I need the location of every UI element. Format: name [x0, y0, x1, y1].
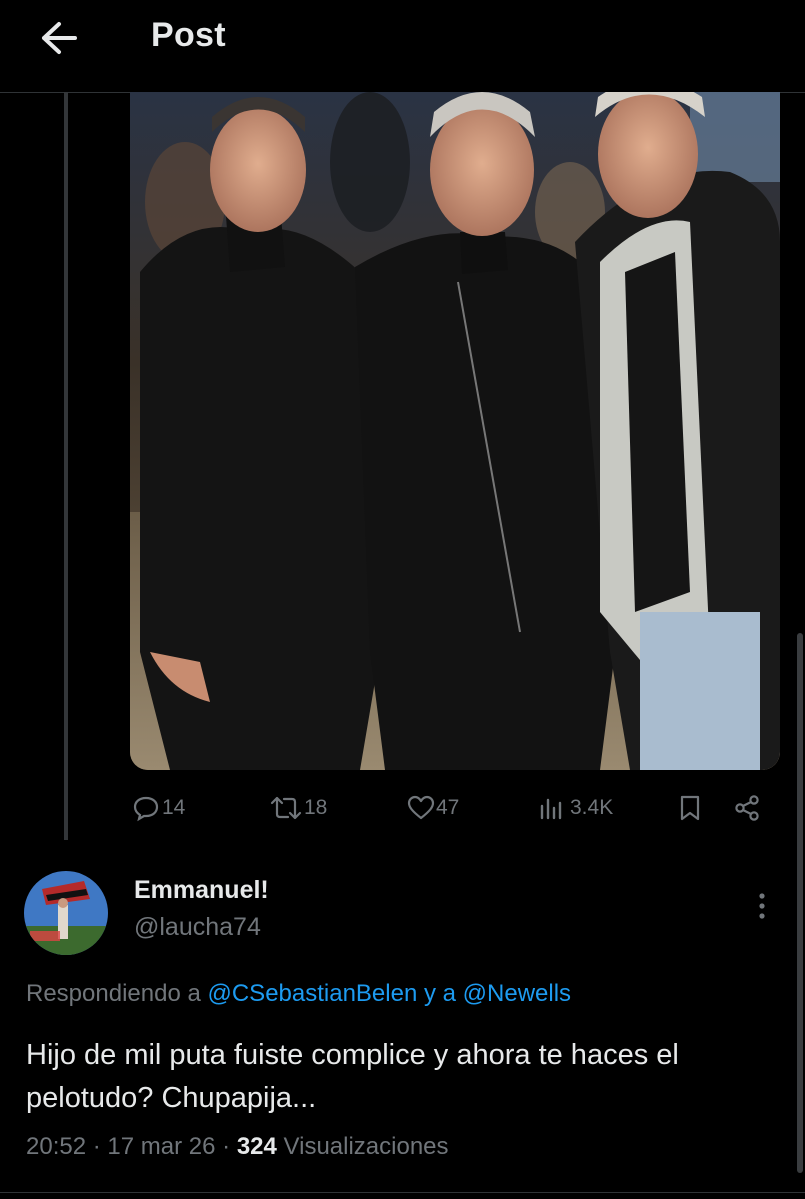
repost-action[interactable]: 18: [268, 788, 327, 828]
back-button[interactable]: [36, 18, 82, 58]
views-action[interactable]: 3.4K: [538, 788, 613, 828]
repost-icon: [270, 796, 302, 820]
bookmark-button[interactable]: [678, 788, 702, 828]
separator-dot: ·: [92, 1133, 101, 1160]
reply-views-count: 324: [236, 1133, 277, 1160]
vertical-dots-icon: [759, 893, 765, 919]
post-image[interactable]: [130, 92, 780, 770]
replying-to-line: Respondiendo a @CSebastianBelen y a @New…: [26, 980, 571, 1008]
post-action-bar: 14 18 47 3.4K: [130, 788, 780, 828]
user-handle[interactable]: @laucha74: [134, 913, 261, 942]
arrow-left-icon: [42, 22, 77, 54]
reply-date[interactable]: 17 mar 26: [107, 1133, 215, 1160]
heart-icon: [407, 795, 435, 820]
reply-views-label: Visualizaciones: [283, 1133, 449, 1160]
scrollbar[interactable]: [797, 633, 803, 1173]
speech-bubble-icon: [133, 796, 159, 822]
reply-time[interactable]: 20:52: [26, 1133, 86, 1160]
divider: [0, 1192, 805, 1193]
page-title: Post: [151, 16, 226, 54]
share-icon: [735, 795, 759, 821]
avatar[interactable]: [24, 871, 108, 955]
avatar-image: [24, 871, 108, 955]
mention-link-newells[interactable]: @Newells: [463, 980, 571, 1007]
replying-joiner[interactable]: y a: [424, 980, 456, 1007]
like-action[interactable]: 47: [406, 788, 459, 828]
reply-action[interactable]: 14: [132, 788, 185, 828]
like-count: 47: [436, 796, 460, 819]
reply-text: Hijo de mil puta fuiste complice y ahora…: [26, 1039, 679, 1114]
top-bar: Post: [0, 0, 805, 93]
views-count: 3.4K: [570, 796, 614, 819]
separator-dot: ·: [222, 1133, 231, 1160]
replying-prefix: Respondiendo a: [26, 980, 201, 1007]
photo-of-three-men: [130, 92, 780, 770]
bar-chart-icon: [540, 798, 562, 820]
thread-connector-line: [64, 92, 68, 840]
more-options-button[interactable]: [742, 886, 782, 926]
display-name[interactable]: Emmanuel!: [134, 876, 269, 905]
share-button[interactable]: [732, 788, 762, 828]
reply-metadata: 20:52 · 17 mar 26 · 324 Visualizaciones: [26, 1133, 449, 1161]
reply-count: 14: [162, 796, 186, 819]
repost-count: 18: [304, 796, 328, 819]
bookmark-icon: [680, 795, 700, 821]
mention-link-csebastianbelen[interactable]: @CSebastianBelen: [207, 980, 417, 1007]
